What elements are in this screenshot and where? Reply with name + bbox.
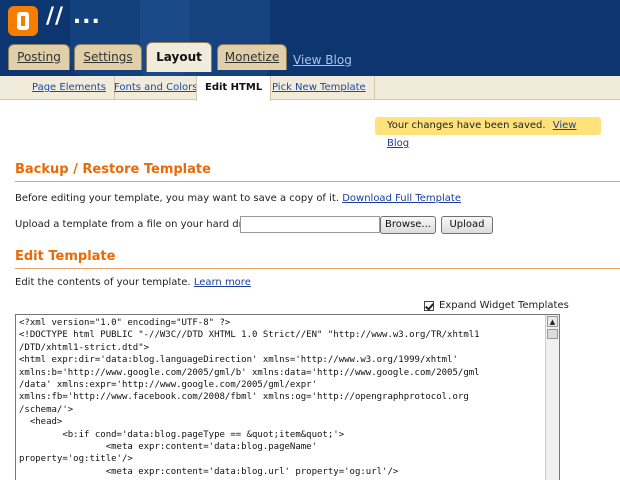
subtab-fonts-and-colors[interactable]: Fonts and Colors <box>106 76 207 100</box>
backup-section-title: Backup / Restore Template <box>15 162 211 177</box>
editor-scrollbar[interactable]: ▲ <box>545 315 559 480</box>
saved-notice: Your changes have been saved. View Blog <box>375 117 601 149</box>
section-divider <box>15 181 620 182</box>
edit-intro: Edit the contents of your template. Lear… <box>15 277 251 288</box>
scroll-up-arrow-icon[interactable]: ▲ <box>547 316 558 327</box>
scroll-thumb[interactable] <box>547 329 558 339</box>
upload-button[interactable]: Upload <box>441 216 493 234</box>
subtab-pick-new-template[interactable]: Pick New Template <box>264 76 375 100</box>
tab-settings[interactable]: Settings <box>74 44 142 70</box>
expand-widget-label: Expand Widget Templates <box>439 300 569 311</box>
subtab-page-elements[interactable]: Page Elements <box>24 76 115 100</box>
blog-title: // ... <box>46 4 101 29</box>
browse-button[interactable]: Browse... <box>380 216 436 234</box>
template-code-editor[interactable]: <?xml version="1.0" encoding="UTF-8" ?> … <box>15 314 560 480</box>
saved-notice-text: Your changes have been saved. <box>387 120 546 131</box>
subtab-edit-html[interactable]: Edit HTML <box>196 76 272 101</box>
upload-label: Upload a template from a file on your ha… <box>15 219 261 230</box>
edit-intro-text: Edit the contents of your template. <box>15 277 191 288</box>
learn-more-link[interactable]: Learn more <box>194 277 251 288</box>
backup-intro: Before editing your template, you may wa… <box>15 193 461 204</box>
expand-widget-checkbox[interactable] <box>424 301 434 311</box>
edit-section-title: Edit Template <box>15 249 116 264</box>
section-divider <box>15 268 620 269</box>
tab-view-blog[interactable]: View Blog <box>293 53 352 67</box>
blogger-logo-icon[interactable] <box>8 6 38 36</box>
download-template-link[interactable]: Download Full Template <box>342 193 461 204</box>
tab-monetize[interactable]: Monetize <box>217 44 287 70</box>
tab-posting[interactable]: Posting <box>8 44 70 70</box>
tab-layout[interactable]: Layout <box>146 42 212 72</box>
header-bar: // ... Posting Settings Layout Monetize … <box>0 0 620 76</box>
sub-tabs: Page Elements Fonts and Colors Edit HTML… <box>0 76 620 101</box>
template-code-text[interactable]: <?xml version="1.0" encoding="UTF-8" ?> … <box>19 317 541 478</box>
backup-intro-text: Before editing your template, you may wa… <box>15 193 340 204</box>
upload-file-field[interactable] <box>240 216 380 233</box>
